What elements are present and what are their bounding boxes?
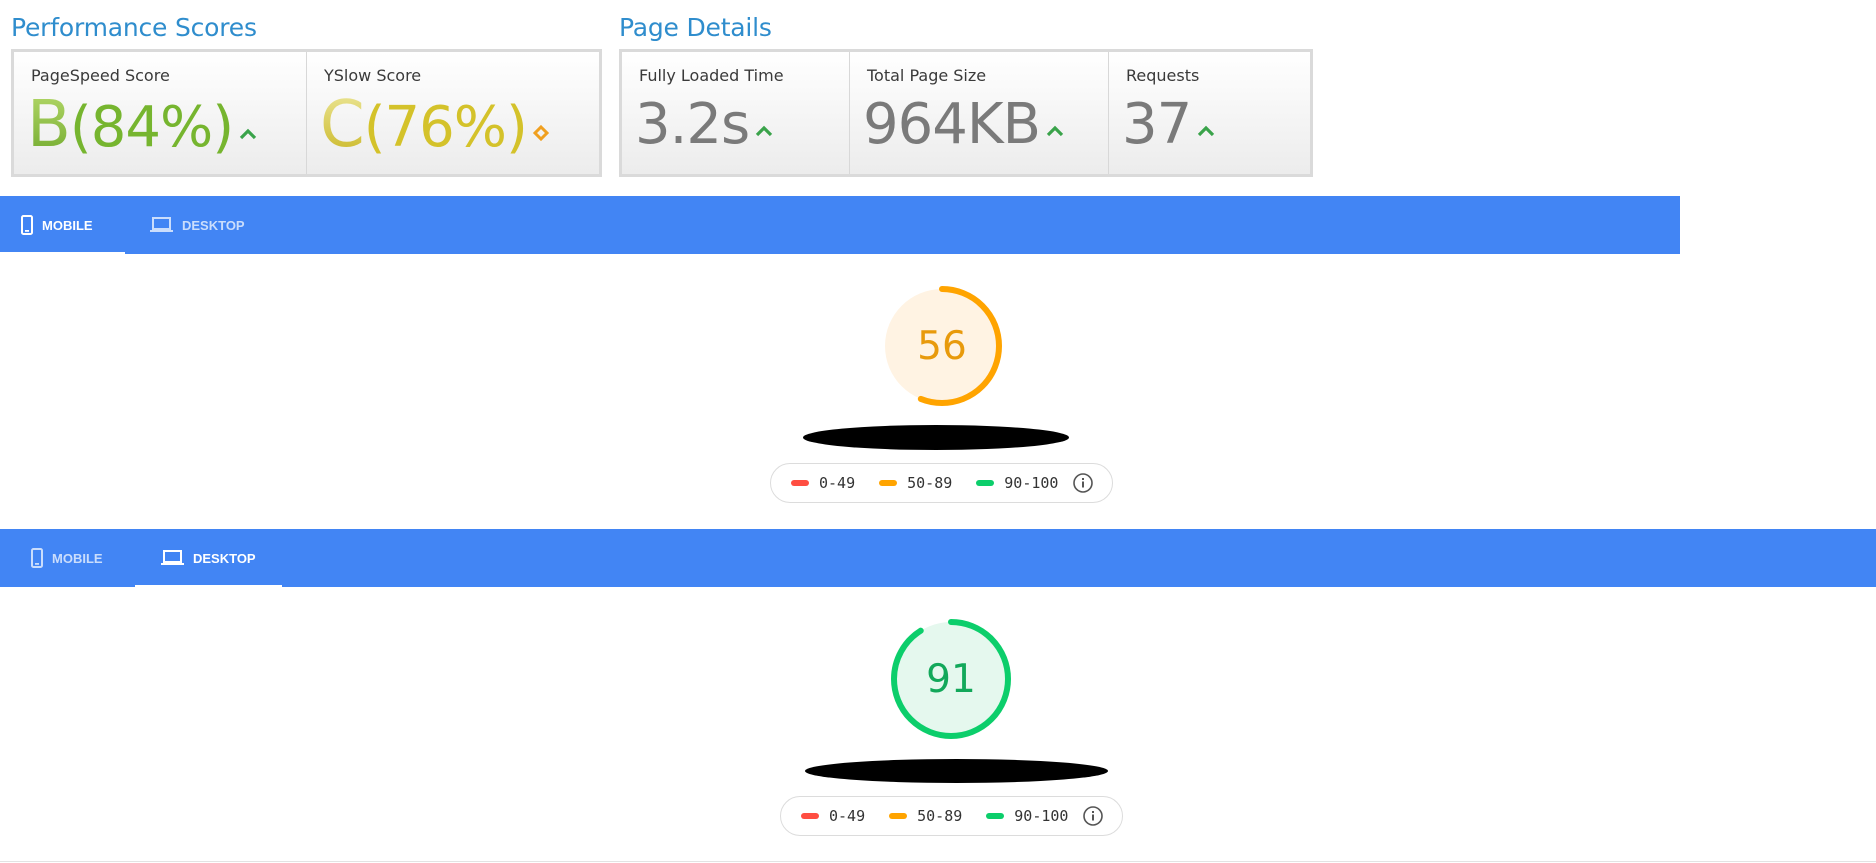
up-arrow-icon [239, 88, 257, 158]
requests-value: 37 [1122, 90, 1215, 163]
score-legend-mobile: 0-49 50-89 90-100 [770, 463, 1113, 503]
tab-desktop-label: DESKTOP [182, 217, 245, 233]
requests-card: Requests 37 [1109, 52, 1310, 174]
up-arrow-icon [1197, 85, 1215, 155]
laptop-icon [161, 550, 184, 565]
tab-desktop[interactable]: DESKTOP [150, 196, 260, 254]
tab-mobile[interactable]: MOBILE [0, 196, 125, 254]
smartphone-icon [31, 548, 43, 568]
legend-item-high: 90-100 [976, 474, 1058, 492]
legend-swatch-high [986, 813, 1005, 819]
requests-number: 37 [1122, 92, 1192, 157]
tab-mobile-label: MOBILE [52, 550, 103, 566]
pagespeed-score-label: PageSpeed Score [31, 66, 170, 85]
legend-label-mid: 50-89 [907, 474, 953, 492]
legend-label-high: 90-100 [1014, 807, 1069, 825]
legend-label-high: 90-100 [1004, 474, 1059, 492]
pagespeed-grade: B [27, 88, 71, 162]
redacted-url-mobile [803, 425, 1069, 450]
pagespeed-percent: (84%) [69, 95, 234, 160]
total-page-size-value: 964KB [863, 90, 1064, 163]
tab-desktop-label: DESKTOP [193, 550, 256, 566]
tab-mobile[interactable]: MOBILE [0, 529, 125, 587]
laptop-icon [150, 217, 173, 232]
device-tabbar-mobile: MOBILE DESKTOP [0, 196, 1680, 254]
legend-swatch-mid [879, 480, 898, 486]
device-tabbar-desktop: MOBILE DESKTOP [0, 529, 1876, 587]
page-details-panel: Fully Loaded Time 3.2s Total Page Size 9… [619, 49, 1313, 177]
performance-scores-title: Performance Scores [11, 13, 257, 42]
fully-loaded-time-value: 3.2s [635, 90, 773, 163]
desktop-score-gauge: 91 [889, 617, 1013, 741]
total-page-size-number: 964KB [863, 92, 1041, 157]
pagespeed-score-value: B(84%) [27, 90, 257, 166]
legend-item-low: 0-49 [791, 474, 855, 492]
score-legend-desktop: 0-49 50-89 90-100 [780, 796, 1123, 836]
performance-scores-panel: PageSpeed Score B(84%) YSlow Score C(76%… [11, 49, 602, 177]
legend-swatch-low [801, 813, 819, 819]
legend-label-low: 0-49 [829, 807, 866, 825]
legend-swatch-high [976, 480, 995, 486]
yslow-grade: C [320, 88, 365, 162]
legend-label-low: 0-49 [819, 474, 856, 492]
up-arrow-icon [1046, 85, 1064, 155]
legend-swatch-low [791, 480, 809, 486]
total-page-size-label: Total Page Size [867, 66, 987, 85]
pagespeed-score-card: PageSpeed Score B(84%) [14, 52, 307, 174]
info-icon[interactable] [1082, 805, 1104, 827]
legend-label-mid: 50-89 [917, 807, 963, 825]
yslow-score-label: YSlow Score [324, 66, 422, 85]
diamond-icon [532, 88, 549, 158]
fully-loaded-time-card: Fully Loaded Time 3.2s [622, 52, 850, 174]
legend-item-high: 90-100 [986, 807, 1068, 825]
tab-desktop[interactable]: DESKTOP [135, 529, 282, 587]
page-details-title: Page Details [619, 13, 772, 42]
up-arrow-icon [755, 85, 773, 155]
yslow-score-card: YSlow Score C(76%) [307, 52, 599, 174]
mobile-score-gauge: 56 [880, 284, 1004, 408]
yslow-score-value: C(76%) [320, 90, 549, 166]
yslow-percent: (76%) [363, 95, 528, 160]
tab-mobile-label: MOBILE [42, 217, 93, 233]
desktop-score-value: 91 [926, 656, 976, 702]
mobile-score-value: 56 [917, 323, 967, 369]
legend-swatch-mid [889, 813, 908, 819]
fully-loaded-time-label: Fully Loaded Time [639, 66, 784, 85]
bottom-divider [0, 861, 1876, 862]
fully-loaded-time-number: 3.2s [635, 92, 750, 157]
legend-item-mid: 50-89 [889, 807, 962, 825]
requests-label: Requests [1126, 66, 1200, 85]
legend-item-mid: 50-89 [879, 474, 952, 492]
total-page-size-card: Total Page Size 964KB [850, 52, 1109, 174]
smartphone-icon [21, 215, 33, 235]
legend-item-low: 0-49 [801, 807, 865, 825]
info-icon[interactable] [1072, 472, 1094, 494]
redacted-url-desktop [805, 759, 1108, 783]
